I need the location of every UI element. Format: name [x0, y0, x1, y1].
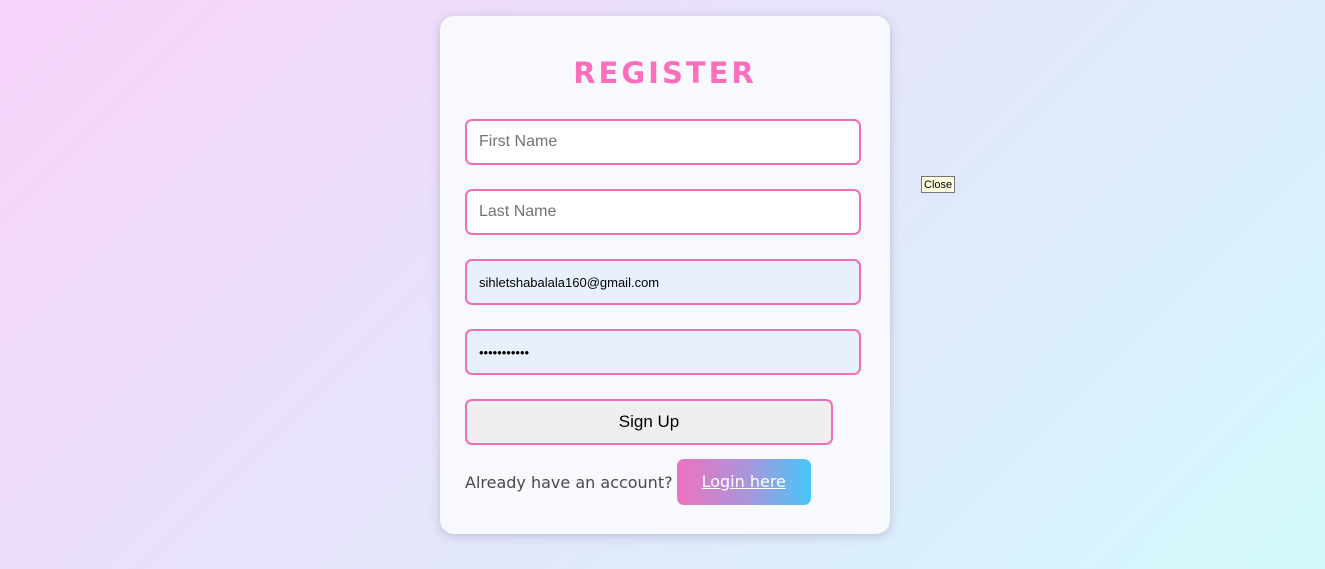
- close-tooltip: Close: [921, 176, 956, 193]
- last-name-field[interactable]: [465, 189, 861, 235]
- email-field[interactable]: [465, 259, 861, 305]
- page-title: REGISTER: [573, 56, 757, 90]
- login-here-link[interactable]: Login here: [676, 459, 811, 505]
- already-have-account-text: Already have an account?: [465, 472, 673, 492]
- first-name-field[interactable]: [465, 119, 861, 165]
- sign-up-button[interactable]: Sign Up: [465, 399, 833, 445]
- register-card: REGISTER Sign Up Already have an account…: [440, 16, 890, 534]
- password-field[interactable]: [465, 329, 861, 375]
- login-prompt: Already have an account? Login here: [465, 459, 811, 505]
